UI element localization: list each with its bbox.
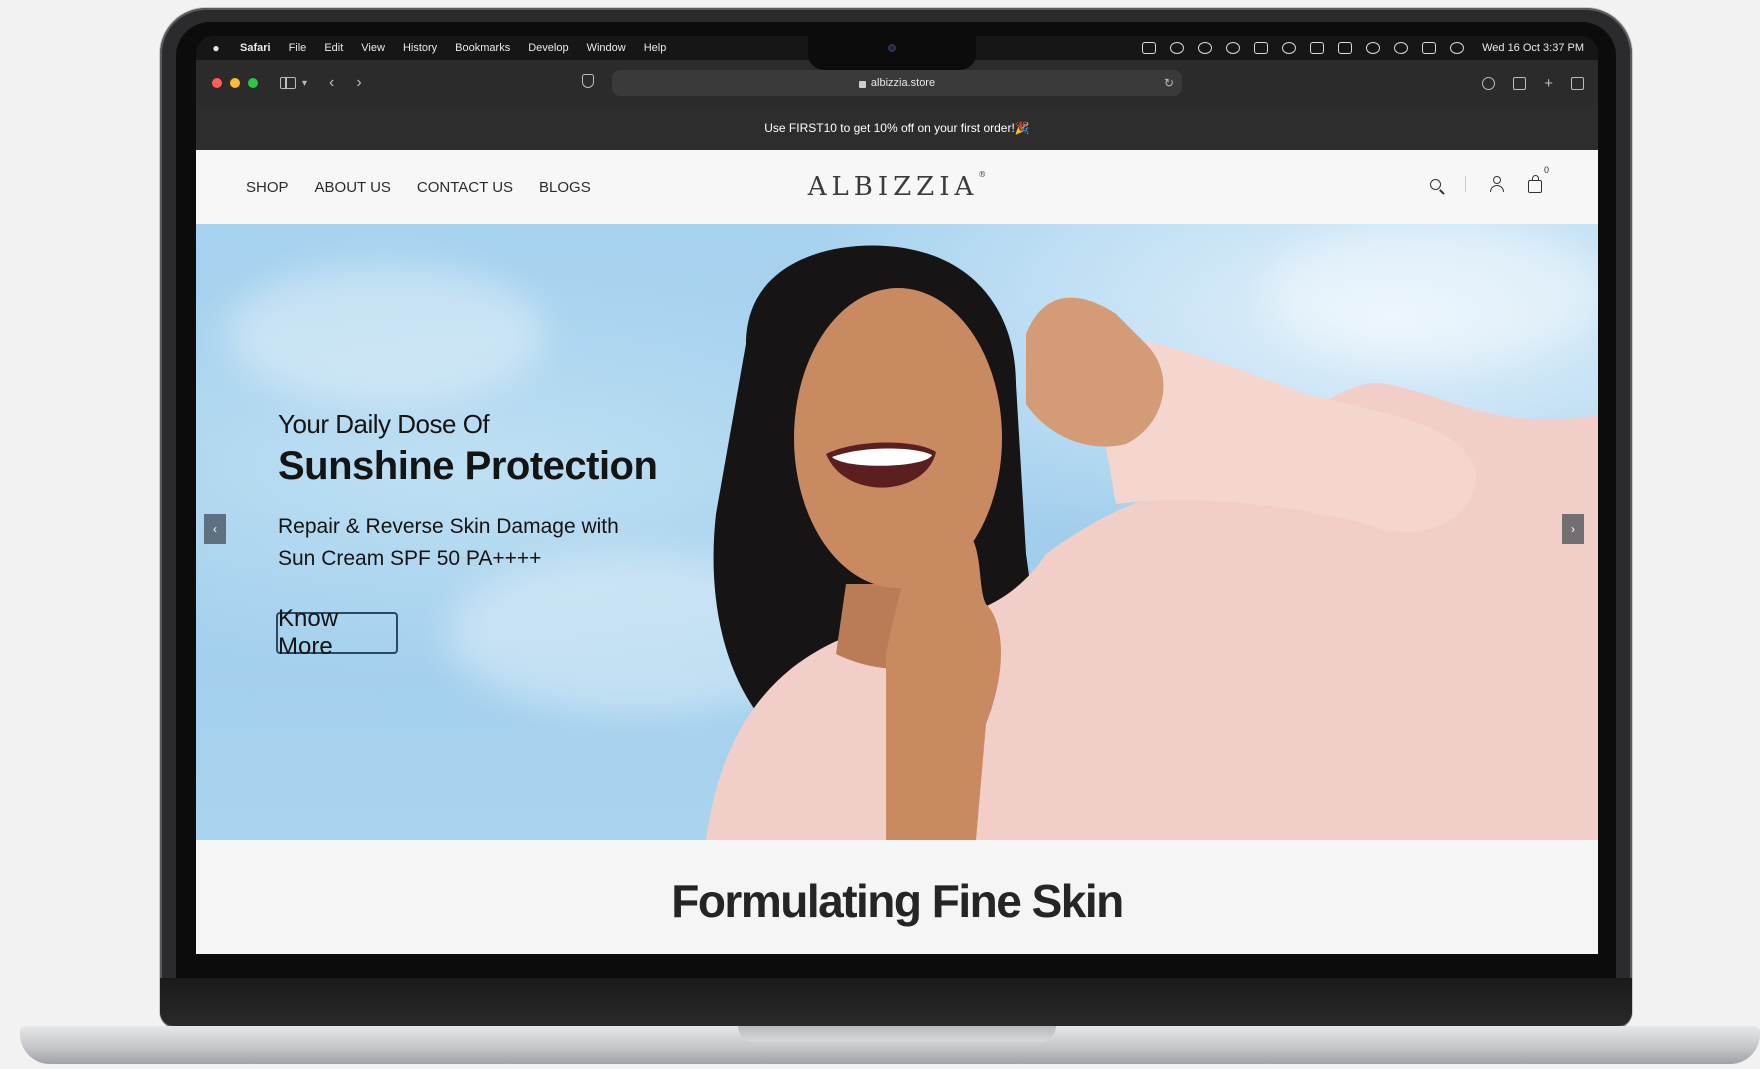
menu-view[interactable]: View — [361, 42, 385, 54]
new-tab-icon[interactable]: + — [1544, 75, 1553, 92]
menu-history[interactable]: History — [403, 42, 437, 54]
section-title: Formulating Fine Skin — [671, 875, 1124, 927]
reload-icon[interactable]: ↻ — [1164, 76, 1174, 90]
promo-banner: Use FIRST10 to get 10% off on your first… — [196, 106, 1598, 150]
hero-subtitle-line1: Repair & Reverse Skin Damage with — [278, 515, 619, 538]
registered-mark: ® — [978, 170, 987, 179]
model-raised-hand — [1026, 297, 1164, 447]
hero-subtitle-line2: Sun Cream SPF 50 PA++++ — [278, 547, 542, 570]
search-icon[interactable] — [1430, 178, 1441, 190]
header-icons: 0 — [1430, 165, 1549, 193]
header-divider — [1465, 176, 1466, 192]
site-logo[interactable]: ALBIZZIA® — [196, 170, 1598, 202]
menu-file[interactable]: File — [289, 42, 307, 54]
status-app2-icon[interactable] — [1226, 42, 1241, 54]
chevron-down-icon[interactable]: ▾ — [302, 78, 307, 89]
menu-develop[interactable]: Develop — [528, 42, 568, 54]
battery-icon[interactable] — [1310, 42, 1325, 54]
privacy-shield-icon[interactable] — [582, 74, 594, 88]
menu-bookmarks[interactable]: Bookmarks — [455, 42, 510, 54]
siri-icon[interactable] — [1450, 42, 1465, 54]
menu-edit[interactable]: Edit — [324, 42, 343, 54]
status-app-icon[interactable] — [1142, 42, 1157, 54]
status-area: Wed 16 Oct 3:37 PM — [1142, 36, 1584, 60]
site-header: SHOP ABOUT US CONTACT US BLOGS ALBIZZIA®… — [196, 150, 1598, 224]
laptop-screen: ● Safari File Edit View History Bookmark… — [196, 36, 1598, 954]
hero-headline: Sunshine Protection — [278, 444, 658, 488]
window-close-button[interactable] — [212, 78, 222, 88]
know-more-button[interactable]: Know More — [276, 605, 398, 660]
downloads-icon[interactable] — [1482, 76, 1496, 90]
status-sync-icon[interactable] — [1198, 42, 1213, 54]
hero-banner: Your Daily Dose Of Sunshine Protection R… — [196, 224, 1598, 840]
time-machine-icon[interactable] — [1282, 42, 1297, 54]
formulating-section: Formulating Fine Skin — [196, 840, 1598, 954]
forward-button[interactable]: › — [356, 74, 361, 92]
address-text: albizzia.store — [870, 77, 936, 89]
laptop-base-notch — [738, 1026, 1056, 1042]
menu-help[interactable]: Help — [644, 42, 667, 54]
menubar-clock[interactable]: Wed 16 Oct 3:37 PM — [1482, 42, 1584, 54]
window-minimize-button[interactable] — [230, 78, 240, 88]
cart-icon[interactable]: 0 — [1528, 165, 1549, 193]
hero-subtitle: Repair & Reverse Skin Damage with Sun Cr… — [278, 511, 658, 575]
sidebar-toggle-button[interactable] — [280, 77, 296, 89]
cart-count: 0 — [1543, 164, 1549, 175]
control-center-icon[interactable] — [1422, 42, 1437, 54]
logo-text: ALBIZZIA — [807, 172, 979, 202]
wifi-icon[interactable] — [1394, 42, 1409, 54]
lock-icon — [858, 80, 866, 88]
apple-icon[interactable]: ● — [210, 41, 222, 55]
menu-app-name[interactable]: Safari — [240, 42, 271, 54]
tab-overview-icon[interactable] — [1571, 76, 1584, 90]
camera-icon — [888, 44, 896, 52]
hero-text: Your Daily Dose Of Sunshine Protection R… — [278, 409, 658, 575]
window-zoom-button[interactable] — [248, 78, 258, 88]
status-screen-icon[interactable] — [1254, 42, 1269, 54]
address-bar[interactable]: albizzia.store ↻ — [612, 70, 1182, 96]
carousel-prev-button[interactable]: ‹ — [204, 514, 226, 544]
share-icon[interactable] — [1513, 76, 1527, 90]
carousel-next-button[interactable]: › — [1562, 514, 1584, 544]
keyboard-icon[interactable] — [1338, 42, 1353, 54]
back-button[interactable]: ‹ — [329, 74, 334, 92]
toolbar-right: + — [1482, 60, 1584, 106]
status-extension-icon[interactable] — [1170, 42, 1185, 54]
account-icon[interactable] — [1490, 176, 1504, 192]
hero-kicker: Your Daily Dose Of — [278, 409, 490, 439]
camera-notch — [808, 36, 976, 70]
menu-window[interactable]: Window — [587, 42, 626, 54]
sidebar-icon — [280, 77, 296, 89]
laptop-bottom-bezel — [160, 978, 1632, 1026]
spotlight-icon[interactable] — [1366, 42, 1381, 54]
